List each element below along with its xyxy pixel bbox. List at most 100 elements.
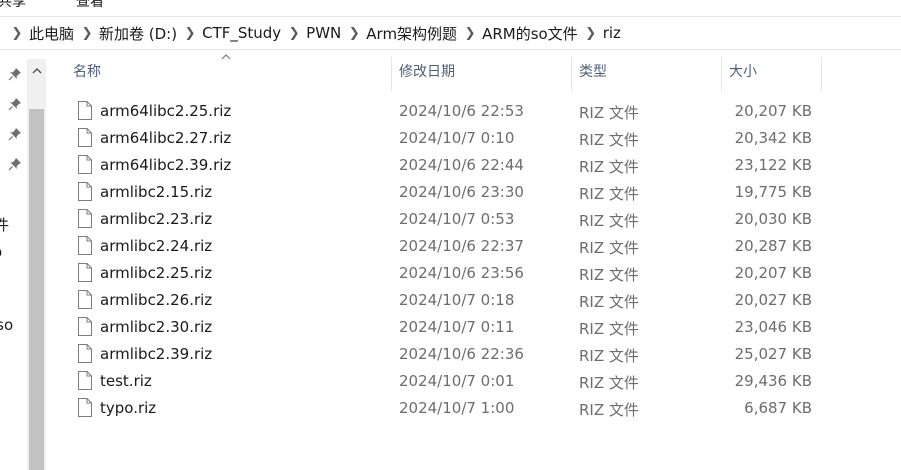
file-modified-date: 2024/10/7 0:10 bbox=[399, 129, 515, 147]
file-name: armlibc2.30.riz bbox=[100, 318, 213, 336]
file-row[interactable]: armlibc2.30.riz 2024/10/7 0:11 RIZ 文件 23,04… bbox=[48, 314, 901, 341]
file-icon bbox=[78, 101, 92, 120]
file-row[interactable]: arm64libc2.25.riz 2024/10/6 22:53 RIZ 文件 20… bbox=[48, 98, 901, 125]
file-type: RIZ 文件 bbox=[579, 104, 639, 122]
file-type: RIZ 文件 bbox=[579, 293, 639, 311]
file-size: 20,027 KB bbox=[734, 291, 812, 309]
chevron-right-icon[interactable]: ❯ bbox=[347, 26, 361, 41]
file-icon bbox=[78, 236, 92, 255]
file-type: RIZ 文件 bbox=[579, 158, 639, 176]
file-name: armlibc2.26.riz bbox=[100, 291, 213, 309]
column-divider[interactable] bbox=[821, 57, 822, 91]
navigation-pane: 件 o rso bbox=[0, 51, 48, 470]
file-size: 20,342 KB bbox=[734, 129, 812, 147]
file-type: RIZ 文件 bbox=[579, 185, 639, 203]
column-divider[interactable] bbox=[391, 57, 392, 91]
nav-item-label[interactable]: o bbox=[0, 243, 2, 261]
file-type: RIZ 文件 bbox=[579, 374, 639, 392]
file-row[interactable]: arm64libc2.27.riz 2024/10/7 0:10 RIZ 文件 20,… bbox=[48, 125, 901, 152]
file-row[interactable]: armlibc2.25.riz 2024/10/6 23:56 RIZ 文件 20,2… bbox=[48, 260, 901, 287]
pin-icon[interactable] bbox=[8, 157, 22, 171]
file-size: 25,027 KB bbox=[734, 345, 812, 363]
file-name: test.riz bbox=[100, 372, 152, 390]
file-name: arm64libc2.39.riz bbox=[100, 156, 232, 174]
file-name: armlibc2.39.riz bbox=[100, 345, 213, 363]
pin-icon[interactable] bbox=[8, 127, 22, 141]
file-row[interactable]: test.riz 2024/10/7 0:01 RIZ 文件 29,436 KB bbox=[48, 368, 901, 395]
file-icon bbox=[78, 398, 92, 417]
file-name: armlibc2.25.riz bbox=[100, 264, 213, 282]
breadcrumb-arm-so-files[interactable]: ARM的so文件 bbox=[482, 23, 578, 44]
ribbon-tab-view[interactable]: 查看 bbox=[76, 0, 104, 11]
file-icon bbox=[78, 344, 92, 363]
column-header-size[interactable]: 大小 bbox=[729, 51, 821, 91]
column-header-type[interactable]: 类型 bbox=[579, 51, 721, 91]
breadcrumb-this-pc[interactable]: 此电脑 bbox=[29, 23, 74, 44]
file-modified-date: 2024/10/6 23:30 bbox=[399, 183, 524, 201]
column-header-date-label: 修改日期 bbox=[399, 64, 455, 80]
nav-scrollbar-thumb[interactable] bbox=[29, 109, 44, 470]
ribbon-tab-share[interactable]: 共享 bbox=[0, 0, 26, 11]
file-row[interactable]: armlibc2.39.riz 2024/10/6 22:36 RIZ 文件 25,0… bbox=[48, 341, 901, 368]
ribbon-strip: 共享 查看 bbox=[0, 0, 901, 14]
file-type: RIZ 文件 bbox=[579, 320, 639, 338]
breadcrumb-pwn[interactable]: PWN bbox=[306, 24, 341, 42]
file-type: RIZ 文件 bbox=[579, 212, 639, 230]
file-row[interactable]: typo.riz 2024/10/7 1:00 RIZ 文件 6,687 KB bbox=[48, 395, 901, 422]
nav-item-label[interactable]: rso bbox=[0, 316, 13, 334]
chevron-right-icon[interactable]: ❯ bbox=[183, 26, 197, 41]
file-icon bbox=[78, 128, 92, 147]
file-type: RIZ 文件 bbox=[579, 401, 639, 419]
file-icon bbox=[78, 371, 92, 390]
file-size: 20,207 KB bbox=[734, 102, 812, 120]
breadcrumb-drive-d[interactable]: 新加卷 (D:) bbox=[99, 23, 177, 44]
column-header-type-label: 类型 bbox=[579, 64, 607, 80]
file-size: 20,030 KB bbox=[734, 210, 812, 228]
file-icon bbox=[78, 317, 92, 336]
file-modified-date: 2024/10/7 0:01 bbox=[399, 372, 515, 390]
file-size: 20,207 KB bbox=[734, 264, 812, 282]
file-modified-date: 2024/10/7 0:18 bbox=[399, 291, 515, 309]
file-icon bbox=[78, 290, 92, 309]
file-size: 23,122 KB bbox=[734, 156, 812, 174]
chevron-right-icon[interactable]: ❯ bbox=[463, 26, 477, 41]
file-modified-date: 2024/10/6 22:37 bbox=[399, 237, 524, 255]
column-header-name[interactable]: 名称 bbox=[73, 51, 391, 91]
file-modified-date: 2024/10/6 22:53 bbox=[399, 102, 524, 120]
file-icon bbox=[78, 263, 92, 282]
file-icon bbox=[78, 182, 92, 201]
column-header-size-label: 大小 bbox=[729, 64, 757, 80]
chevron-right-icon[interactable]: ❯ bbox=[287, 26, 301, 41]
file-row[interactable]: armlibc2.15.riz 2024/10/6 23:30 RIZ 文件 19,7… bbox=[48, 179, 901, 206]
file-row[interactable]: armlibc2.24.riz 2024/10/6 22:37 RIZ 文件 20,2… bbox=[48, 233, 901, 260]
file-name: arm64libc2.25.riz bbox=[100, 102, 232, 120]
file-type: RIZ 文件 bbox=[579, 266, 639, 284]
breadcrumb-riz[interactable]: riz bbox=[603, 24, 621, 42]
scroll-up-arrow-icon[interactable] bbox=[27, 59, 46, 83]
file-modified-date: 2024/10/6 22:36 bbox=[399, 345, 524, 363]
pin-icon[interactable] bbox=[8, 67, 22, 81]
file-row[interactable]: arm64libc2.39.riz 2024/10/6 22:44 RIZ 文件 23… bbox=[48, 152, 901, 179]
column-header-date[interactable]: 修改日期 bbox=[399, 51, 571, 91]
file-row[interactable]: armlibc2.23.riz 2024/10/7 0:53 RIZ 文件 20,03… bbox=[48, 206, 901, 233]
nav-item-label[interactable]: 件 bbox=[0, 214, 9, 235]
file-name: armlibc2.15.riz bbox=[100, 183, 213, 201]
column-divider[interactable] bbox=[571, 57, 572, 91]
file-type: RIZ 文件 bbox=[579, 131, 639, 149]
file-modified-date: 2024/10/7 0:11 bbox=[399, 318, 515, 336]
column-divider[interactable] bbox=[721, 57, 722, 91]
breadcrumb-ctf-study[interactable]: CTF_Study bbox=[202, 24, 281, 42]
pin-icon[interactable] bbox=[8, 97, 22, 111]
file-row[interactable]: armlibc2.26.riz 2024/10/7 0:18 RIZ 文件 20,02… bbox=[48, 287, 901, 314]
chevron-right-icon[interactable]: ❯ bbox=[80, 26, 94, 41]
nav-scrollbar[interactable] bbox=[27, 59, 46, 470]
breadcrumb-arm-examples[interactable]: Arm架构例题 bbox=[366, 23, 457, 44]
chevron-right-icon[interactable]: ❯ bbox=[10, 26, 24, 41]
file-size: 23,046 KB bbox=[734, 318, 812, 336]
column-header-name-label: 名称 bbox=[73, 64, 101, 80]
chevron-right-icon[interactable]: ❯ bbox=[584, 26, 598, 41]
file-size: 19,775 KB bbox=[734, 183, 812, 201]
file-name: typo.riz bbox=[100, 399, 157, 417]
address-bar[interactable]: ❯ 此电脑 ❯ 新加卷 (D:) ❯ CTF_Study ❯ PWN ❯ Arm… bbox=[0, 16, 901, 50]
file-icon bbox=[78, 209, 92, 228]
